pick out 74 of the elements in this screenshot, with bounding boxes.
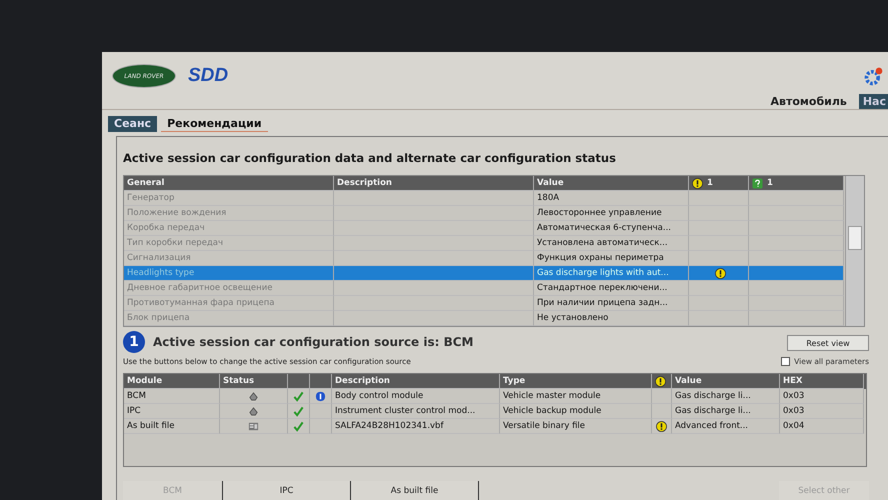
warning-icon [692, 178, 703, 188]
table-cell: Противотуманная фара прицепа [127, 298, 274, 308]
column-header: Module [127, 376, 162, 386]
column-header: Description [334, 176, 534, 191]
app-name: SDD [188, 65, 228, 87]
table-cell: As built file [127, 421, 174, 431]
column-header: Type [503, 376, 526, 386]
table-cell: Дневное габаритное освещение [127, 283, 272, 293]
source-button[interactable]: IPC [223, 481, 351, 500]
table-cell: BCM [127, 391, 146, 401]
source-button[interactable]: As built file [351, 481, 479, 500]
table-cell: Установлена автоматическ... [537, 238, 668, 248]
table-row[interactable]: As built file SALFA24B28H102341.vbf Versatile binary file Advanced front... 0x04 [124, 419, 866, 434]
help-icon [752, 178, 763, 188]
column-header: Description [335, 376, 390, 386]
table-cell: Advanced front... [675, 421, 748, 431]
table-cell: 0x03 [783, 391, 804, 401]
gears-icon [864, 66, 884, 86]
table-cell: Gas discharge li... [675, 391, 751, 401]
table-row[interactable]: Headlights type Gas discharge lights with aut... [124, 266, 845, 281]
table-cell: Генератор [127, 193, 174, 203]
table-cell: Versatile binary file [503, 421, 586, 431]
step-badge: 1 [123, 331, 145, 353]
table-row[interactable]: BCM Body control module Vehicle master module Gas discharge li... 0x03 [124, 389, 866, 404]
source-heading: Active session car configuration source is: BCM [153, 335, 474, 349]
warning-icon [655, 376, 666, 386]
table-row[interactable]: Генератор 180A [124, 191, 845, 206]
table-cell: Gas discharge li... [675, 406, 751, 416]
table-cell: Автоматическая 6-ступенча... [537, 223, 671, 233]
table-cell: Положение вождения [127, 208, 226, 218]
module-icon [248, 406, 259, 416]
table-row[interactable]: Противотуманная фара прицепа При наличии прицепа задн... [124, 296, 845, 311]
table-cell: Vehicle master module [503, 391, 601, 401]
table-cell: Тип коробки передач [127, 238, 224, 248]
column-header: General [124, 176, 334, 191]
reset-view-button[interactable]: Reset view [787, 335, 869, 351]
table-cell: Не установлено [537, 313, 608, 323]
section-title: Active session car configuration data and alternate car configuration status [123, 150, 617, 167]
table-row[interactable]: Коробка передач Автоматическая 6-ступенча... [124, 221, 845, 236]
table-cell: Headlights type [127, 268, 194, 278]
table-cell: SALFA24B28H102341.vbf [335, 421, 444, 431]
column-header: Value [534, 176, 689, 191]
scrollbar[interactable] [845, 176, 864, 326]
table-cell: Instrument cluster control mod... [335, 406, 476, 416]
table-cell: 0x03 [783, 406, 804, 416]
table-cell: Vehicle backup module [503, 406, 602, 416]
table-row[interactable]: Тип коробки передач Установлена автоматическ... [124, 236, 845, 251]
column-header: Status [223, 376, 254, 386]
nav-tab[interactable]: Автомобиль [766, 94, 851, 109]
table-row[interactable]: Положение вождения Левостороннее управление [124, 206, 845, 221]
table-cell: Сигнализация [127, 253, 191, 263]
table-cell: 180A [537, 193, 560, 203]
table-cell: Gas discharge lights with aut... [537, 268, 669, 278]
table-cell: Блок прицепа [127, 313, 190, 323]
file-icon [248, 420, 259, 432]
nav-tab[interactable]: Нас [858, 94, 888, 109]
table-row[interactable]: Блок прицепа Не установлено [124, 311, 845, 326]
tab[interactable]: Рекомендации [161, 116, 268, 132]
table-cell: При наличии прицепа задн... [537, 298, 668, 308]
table-cell: Стандартное переключени... [537, 283, 668, 293]
table-row[interactable]: Дневное габаритное освещение Стандартное переключени... [124, 281, 845, 296]
table-cell: Коробка передач [127, 223, 205, 233]
checkbox[interactable] [781, 357, 790, 366]
column-header: 1 [689, 176, 749, 191]
table-row[interactable]: IPC Instrument cluster control mod... Vehicle backup module Gas discharge li... 0x03 [124, 404, 866, 419]
table-cell: IPC [127, 406, 141, 416]
tab[interactable]: Сеанс [108, 116, 158, 132]
table-cell: Body control module [335, 391, 424, 401]
column-header: HEX [783, 376, 802, 386]
table-cell: 0x04 [783, 421, 804, 431]
column-header: 1 [749, 176, 844, 191]
table-cell: Левостороннее управление [537, 208, 662, 218]
table-cell: Функция охраны периметра [537, 253, 664, 263]
column-header: Value [675, 376, 702, 386]
